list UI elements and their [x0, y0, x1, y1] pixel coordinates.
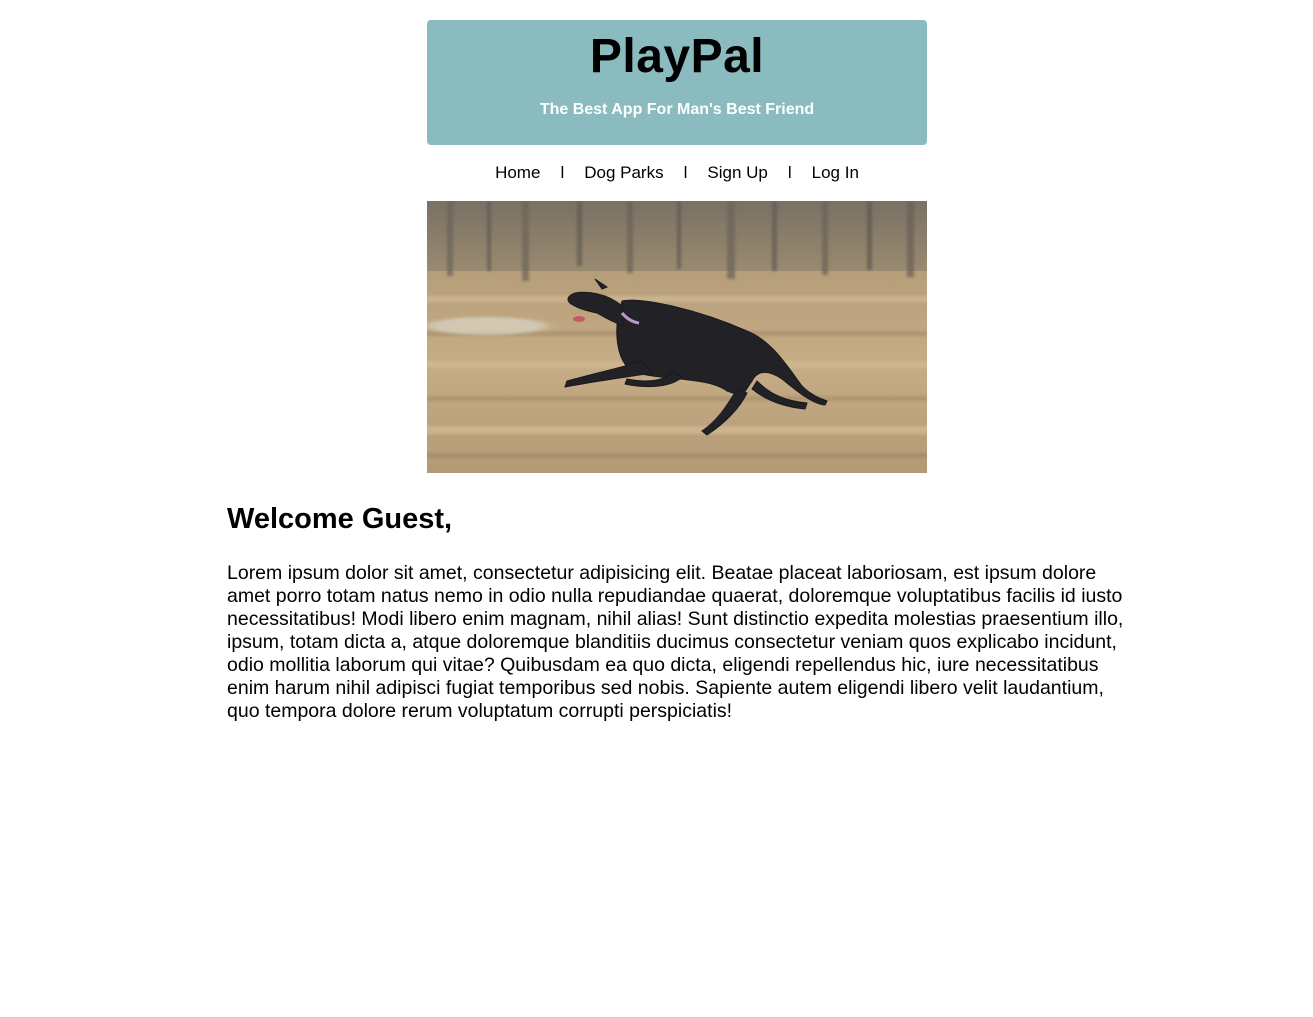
- nav-link-dog-parks[interactable]: Dog Parks: [584, 163, 663, 182]
- nav-link-log-in[interactable]: Log In: [812, 163, 859, 182]
- site-header: PlayPal The Best App For Man's Best Frie…: [427, 20, 927, 145]
- nav-separator: l: [683, 163, 688, 182]
- nav-separator: l: [787, 163, 792, 182]
- site-title: PlayPal: [589, 30, 765, 83]
- welcome-heading: Welcome Guest,: [227, 503, 453, 535]
- site-tagline: The Best App For Man's Best Friend: [539, 101, 815, 118]
- intro-paragraph: Lorem ipsum dolor sit amet, consectetur …: [227, 562, 1124, 722]
- main-nav: Home l Dog Parks l Sign Up l Log In: [427, 162, 927, 184]
- hero-image-running-dog: [427, 201, 927, 473]
- nav-separator: l: [560, 163, 565, 182]
- nav-link-home[interactable]: Home: [495, 163, 540, 182]
- nav-link-sign-up[interactable]: Sign Up: [707, 163, 767, 182]
